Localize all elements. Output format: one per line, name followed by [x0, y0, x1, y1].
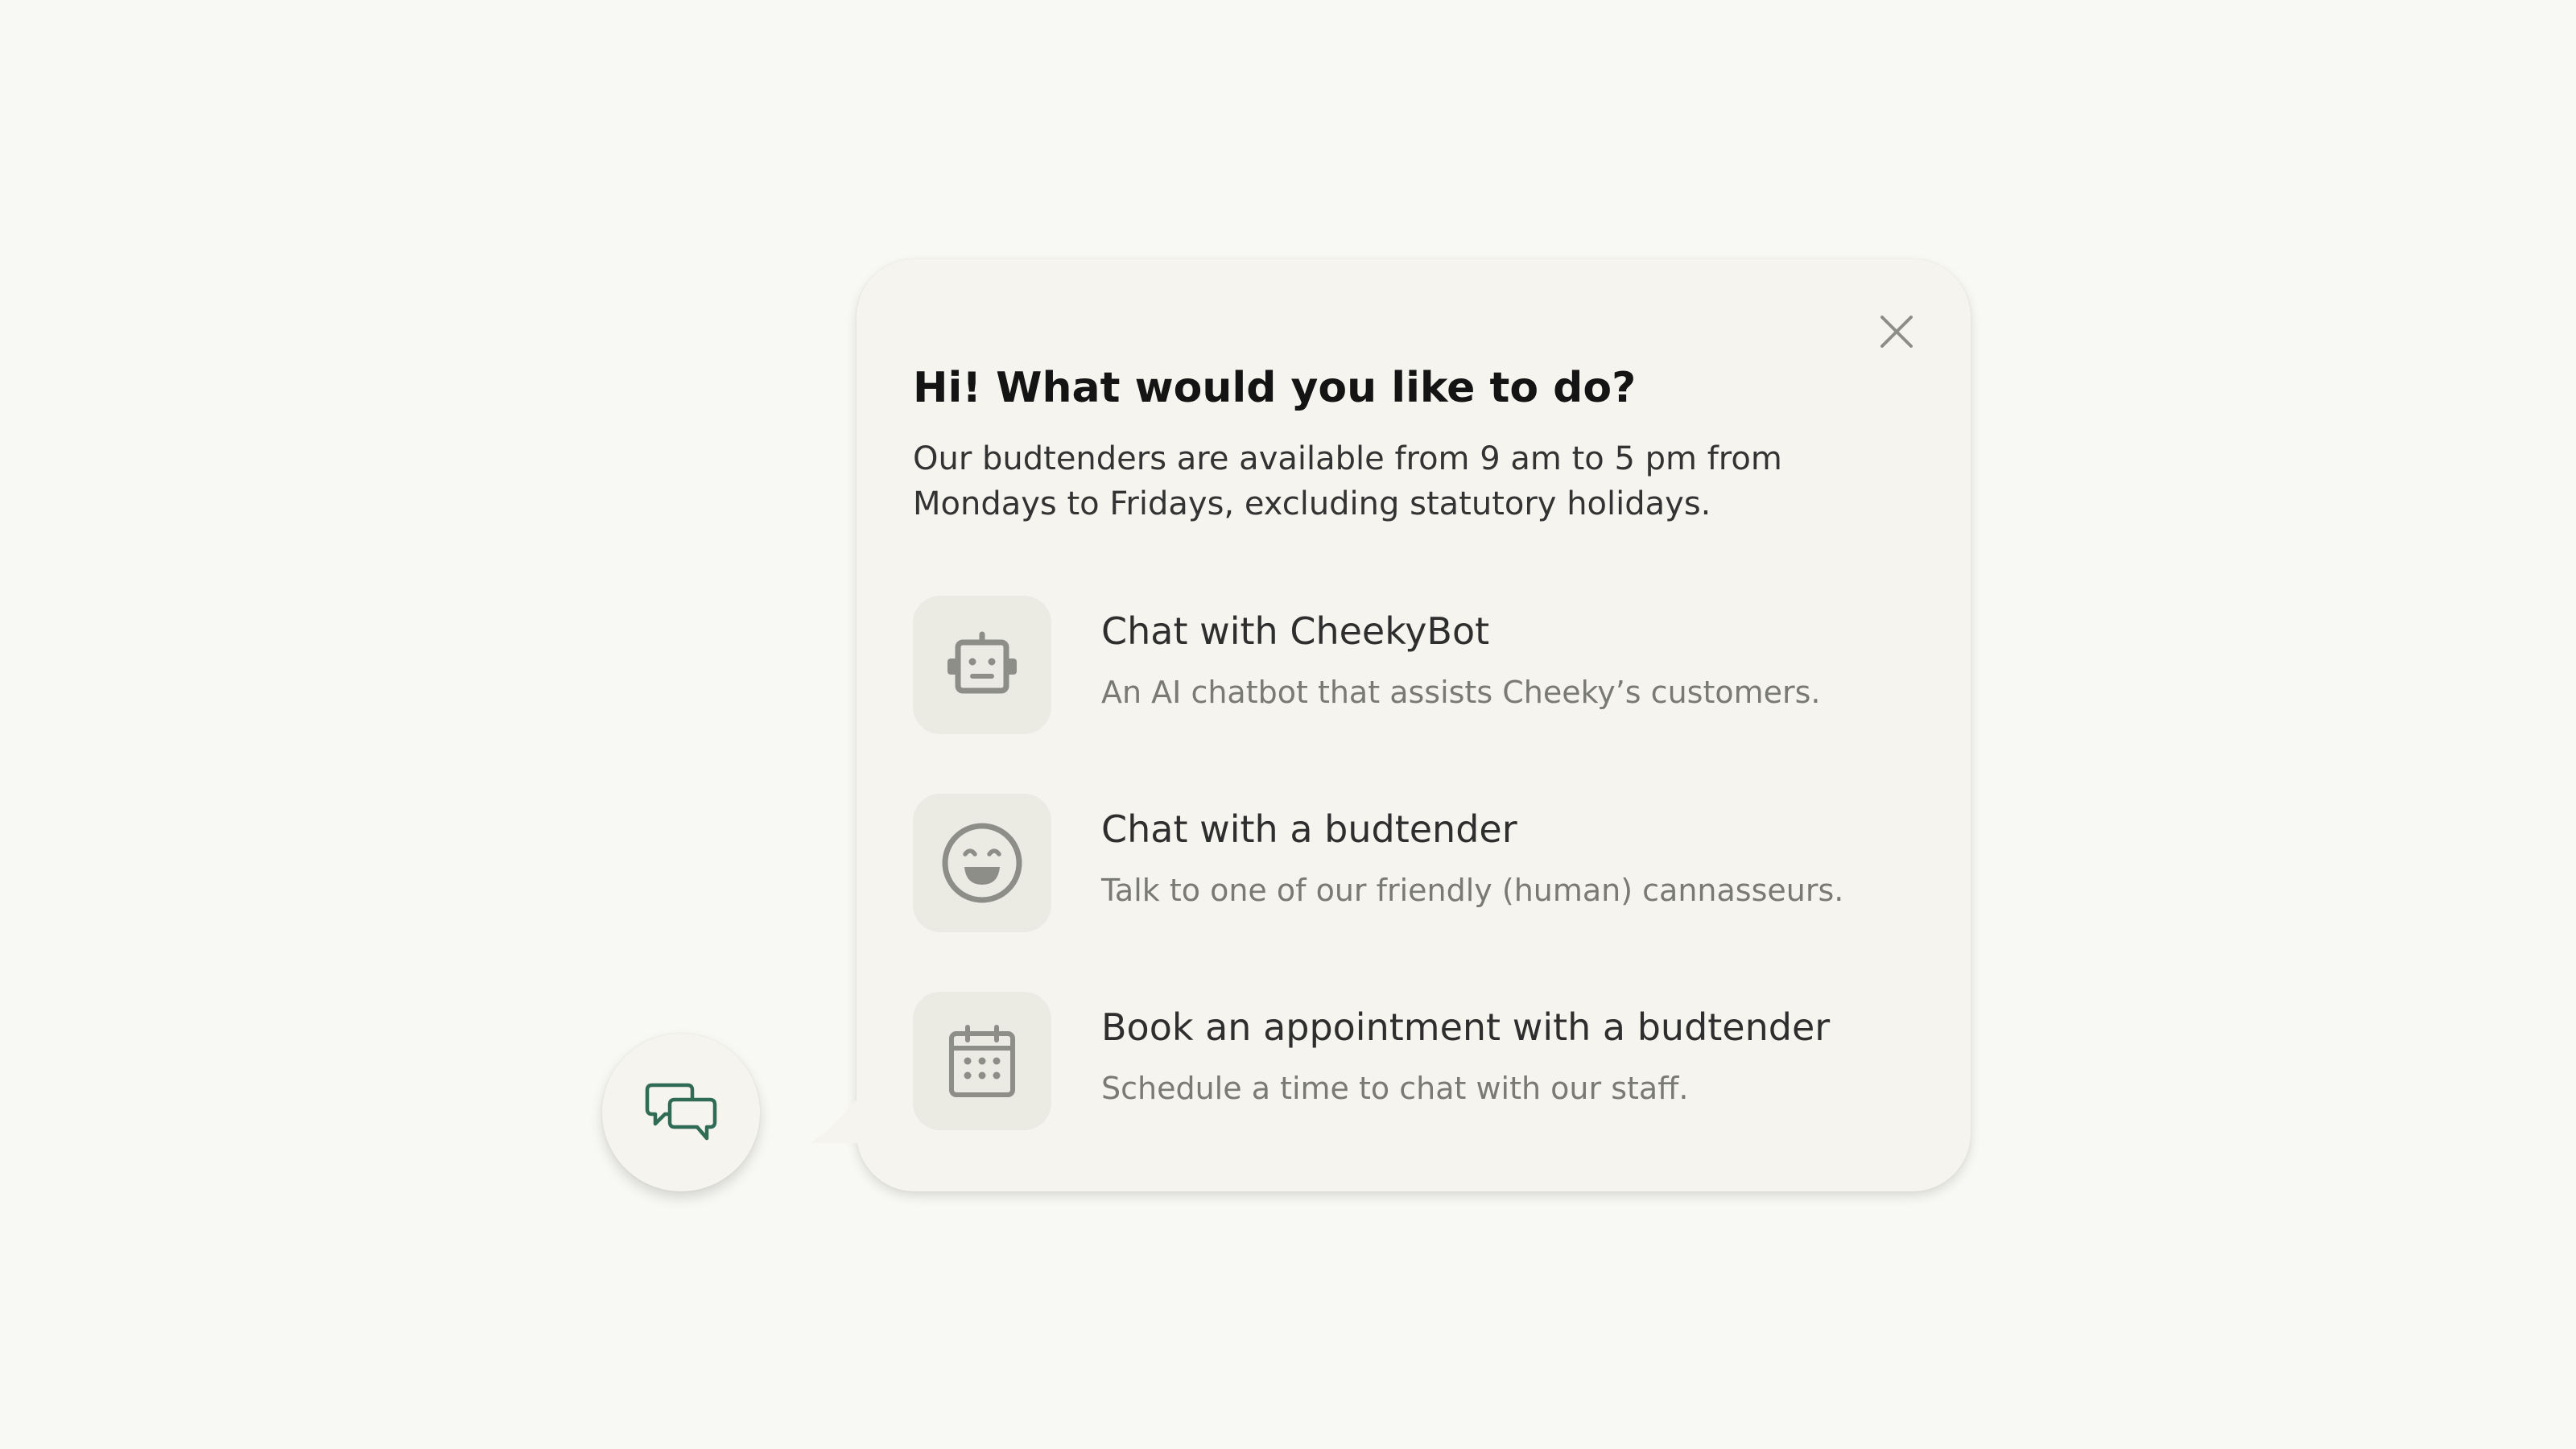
close-icon	[1880, 316, 1913, 348]
option-chat-with-cheekybot[interactable]: Chat with CheekyBot An AI chatbot that a…	[913, 596, 1919, 734]
option-description: Schedule a time to chat with our staff.	[1101, 1071, 1689, 1106]
popup-pointer-tail	[810, 1084, 871, 1143]
chat-launcher-button[interactable]	[602, 1034, 760, 1191]
option-book-appointment[interactable]: Book an appointment with a budtender Sch…	[913, 992, 1919, 1130]
robot-icon	[947, 631, 1017, 694]
option-chat-with-budtender[interactable]: Chat with a budtender Talk to one of our…	[913, 794, 1919, 932]
option-description: Talk to one of our friendly (human) cann…	[1101, 873, 1844, 908]
option-icon-tile	[913, 794, 1051, 932]
popup-title: Hi! What would you like to do?	[913, 364, 1637, 412]
option-title: Book an appointment with a budtender	[1101, 1005, 1831, 1049]
option-icon-tile	[913, 992, 1051, 1130]
smiley-face-icon	[942, 823, 1022, 903]
option-title: Chat with a budtender	[1101, 807, 1517, 851]
option-title: Chat with CheekyBot	[1101, 609, 1490, 653]
close-button[interactable]	[1871, 306, 1922, 357]
calendar-icon	[949, 1025, 1015, 1097]
chat-bubbles-icon	[645, 1083, 717, 1141]
option-icon-tile	[913, 596, 1051, 734]
option-description: An AI chatbot that assists Cheeky’s cust…	[1101, 675, 1821, 710]
popup-subtitle: Our budtenders are available from 9 am t…	[913, 440, 1782, 522]
